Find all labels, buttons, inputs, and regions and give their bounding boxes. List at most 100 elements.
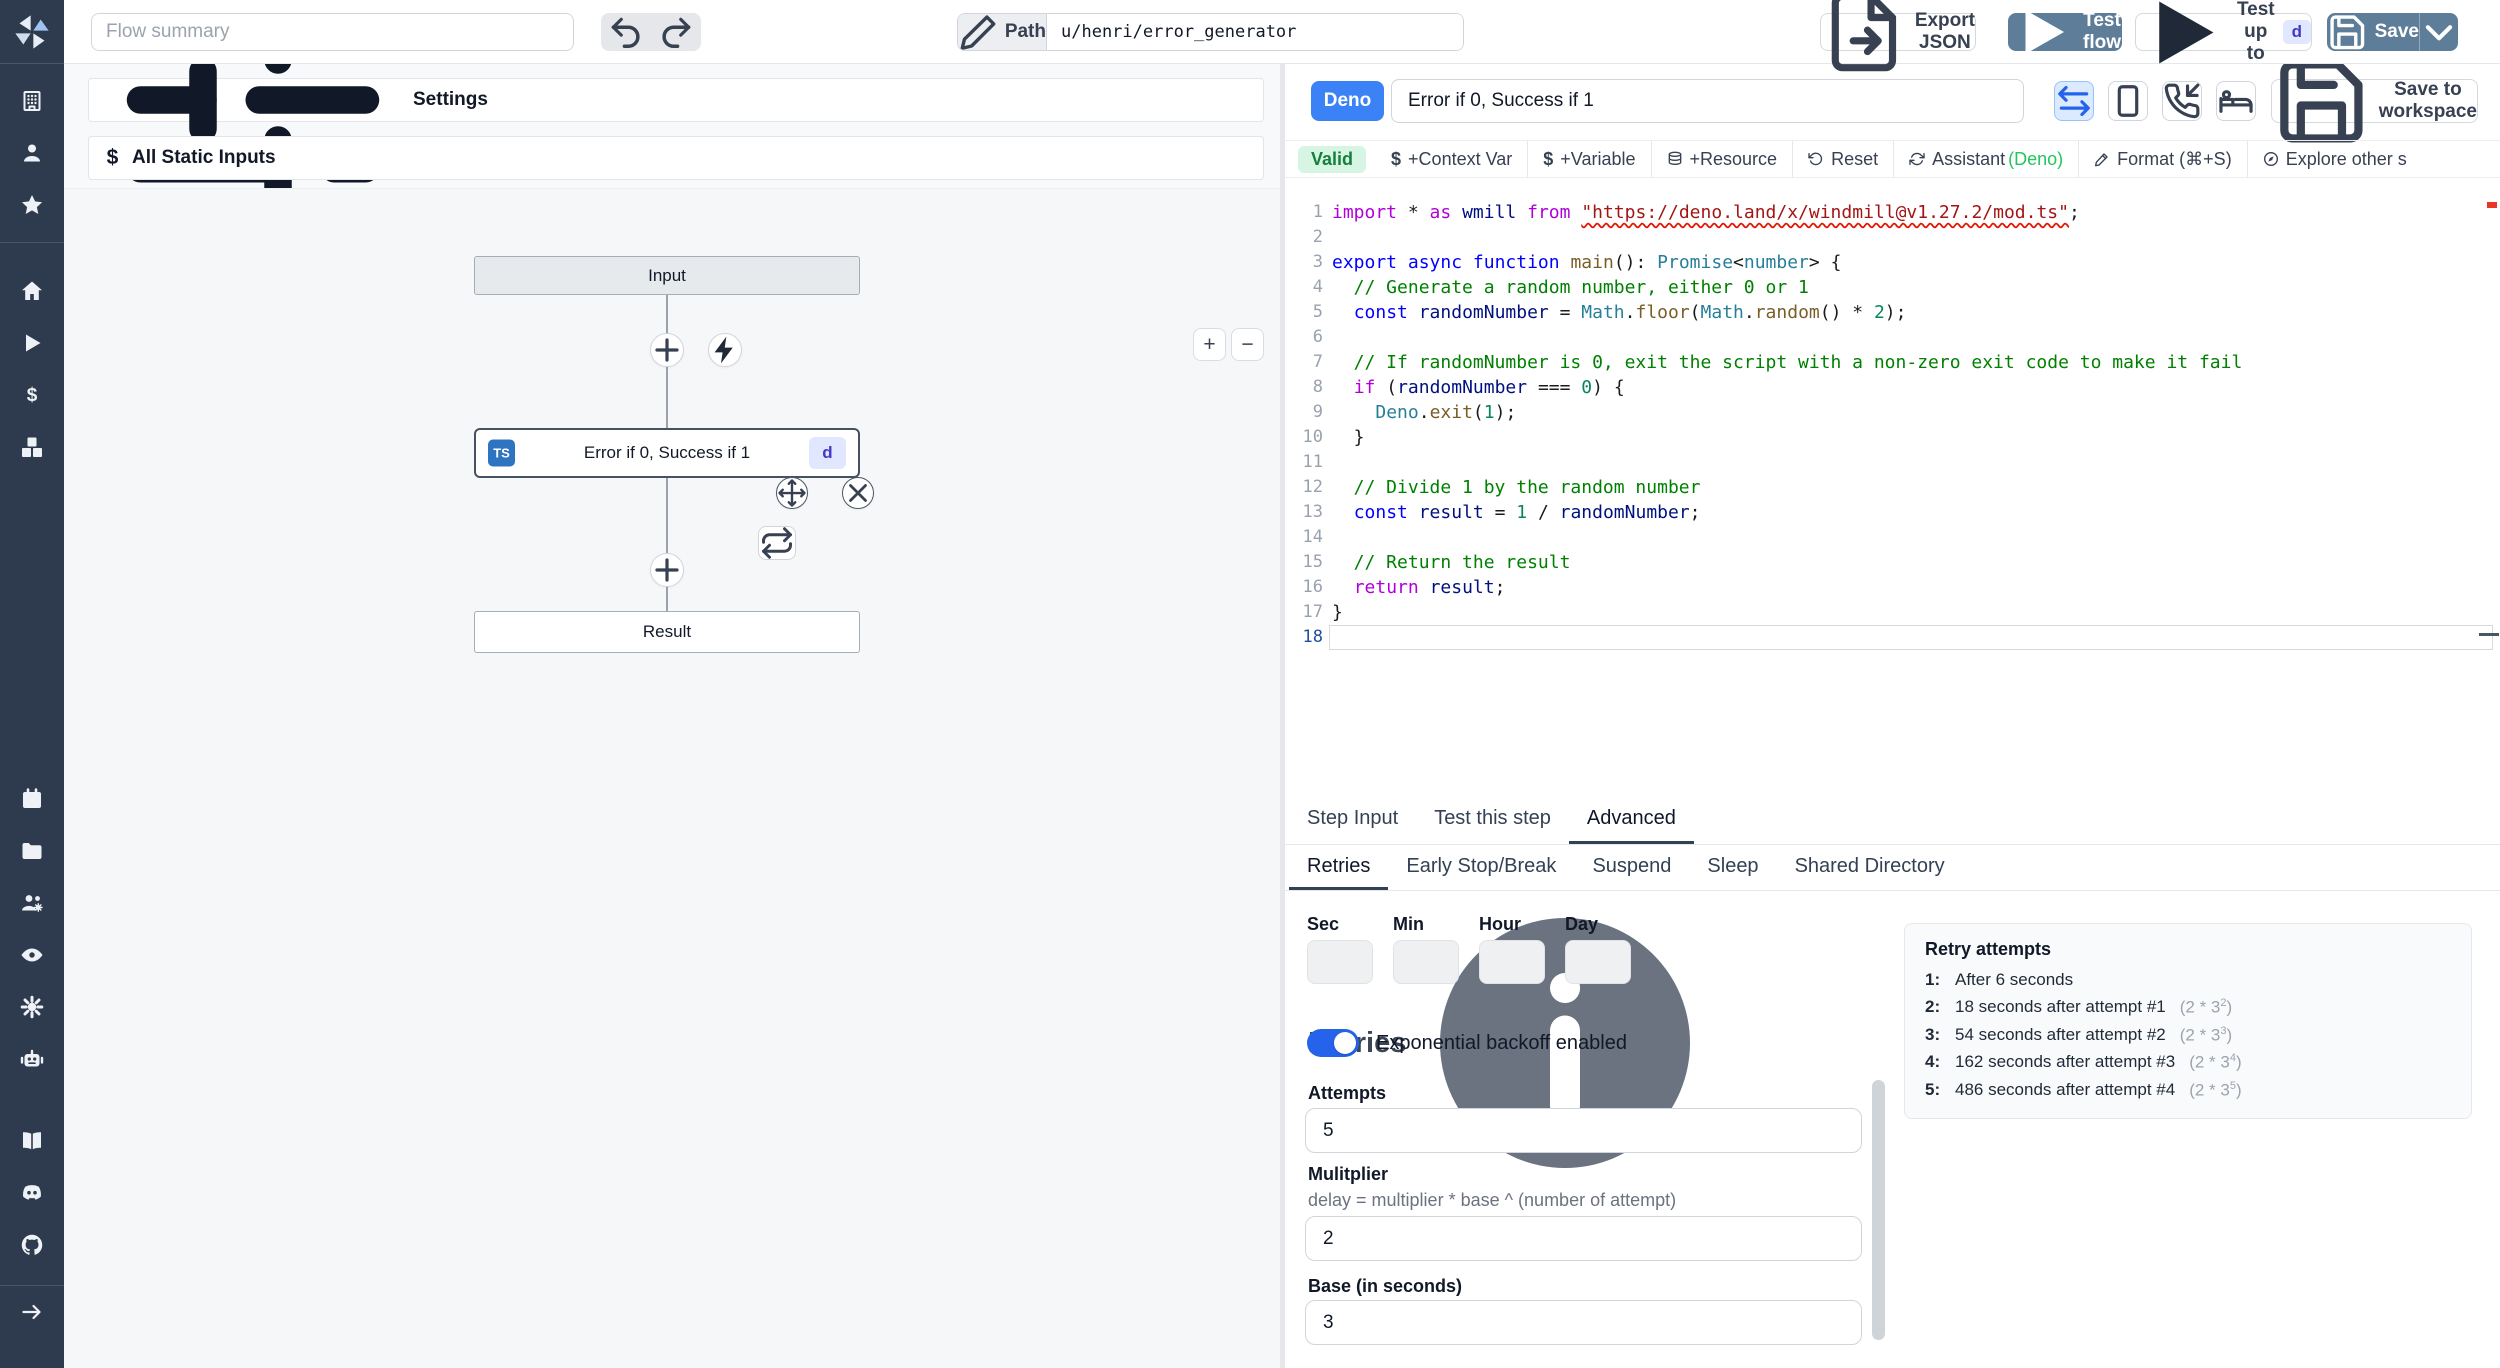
zoom-in-button[interactable]: + xyxy=(1193,328,1226,361)
tab-shared-directory[interactable]: Shared Directory xyxy=(1777,845,1963,890)
min-input[interactable] xyxy=(1393,940,1459,984)
tab-suspend[interactable]: Suspend xyxy=(1574,845,1689,890)
windmill-flow-editor: $ Path Export JSON Test flow Test up to … xyxy=(0,0,2500,1368)
flow-step-node[interactable]: TS Error if 0, Success if 1 d xyxy=(474,428,860,478)
undo-redo-group xyxy=(601,13,701,51)
tab-step-input[interactable]: Step Input xyxy=(1289,795,1416,844)
code-line: 6 xyxy=(1285,325,2500,350)
sidebar-item-users-cog[interactable] xyxy=(18,889,46,917)
sidebar-item-star[interactable] xyxy=(18,191,46,219)
tab-advanced[interactable]: Advanced xyxy=(1568,795,1694,844)
save-to-workspace-button[interactable]: Save to workspace xyxy=(2271,59,2478,143)
windmill-logo-icon[interactable] xyxy=(12,12,52,52)
sidebar-item-github[interactable] xyxy=(18,1231,46,1259)
day-input[interactable] xyxy=(1565,940,1631,984)
insert-step-button[interactable] xyxy=(650,333,684,367)
path-field: Path xyxy=(957,13,1464,51)
code-line: 12 // Divide 1 by the random number xyxy=(1285,475,2500,500)
dollar-icon: $ xyxy=(1391,148,1402,169)
toolbar--variable-button[interactable]: $ +Variable xyxy=(1528,149,1650,170)
multiplier-input[interactable] xyxy=(1305,1216,1862,1261)
language-badge: Deno xyxy=(1311,81,1384,121)
sidebar-item-calendar[interactable] xyxy=(18,785,46,813)
swap-arrows-icon xyxy=(2055,82,2093,120)
exponential-backoff-toggle[interactable] xyxy=(1307,1029,1359,1057)
toolbar-explore-other-s-button[interactable]: Explore other s xyxy=(2248,149,2422,170)
toolbar-reset-button[interactable]: Reset xyxy=(1793,149,1893,170)
line-number: 7 xyxy=(1312,352,1323,372)
sidebar-item-eye[interactable] xyxy=(18,941,46,969)
delete-step-button[interactable] xyxy=(842,477,874,509)
scrollbar-thumb[interactable] xyxy=(1872,1080,1885,1340)
tab-test-this-step[interactable]: Test this step xyxy=(1416,795,1569,844)
bug-icon xyxy=(493,1352,700,1368)
topbar: Path Export JSON Test flow Test up to d … xyxy=(64,0,2500,72)
insert-step-button[interactable] xyxy=(650,553,684,587)
tab-sleep[interactable]: Sleep xyxy=(1689,845,1776,890)
export-json-button[interactable]: Export JSON xyxy=(1820,0,1976,72)
line-number: 4 xyxy=(1312,277,1323,297)
code-editor[interactable]: 1 import * as wmill from "https://deno.la… xyxy=(1285,178,2500,795)
test-flow-button[interactable]: Test flow xyxy=(2008,10,2122,54)
tab-retries[interactable]: Retries xyxy=(1289,845,1389,890)
test-up-to-button[interactable]: Test up to d xyxy=(2135,0,2312,64)
sidebar-item-book[interactable] xyxy=(18,1127,46,1155)
flow-result-node[interactable]: Result xyxy=(474,611,860,653)
sidebar-item-home[interactable] xyxy=(18,277,46,305)
base-label: Base (in seconds) xyxy=(1308,1276,1463,1296)
sidebar-item-robot[interactable] xyxy=(18,1045,46,1073)
flow-summary-input[interactable] xyxy=(91,13,574,51)
flow-settings-button[interactable]: Settings xyxy=(88,0,1264,212)
home-icon xyxy=(20,279,44,303)
hour-input[interactable] xyxy=(1479,940,1545,984)
sidebar-item-building[interactable] xyxy=(18,87,46,115)
sleep-toggle-button[interactable] xyxy=(2216,81,2256,121)
move-icon xyxy=(777,478,807,508)
sidebar-item-folder[interactable] xyxy=(18,837,46,865)
move-step-button[interactable] xyxy=(776,477,808,509)
zoom-out-button[interactable]: − xyxy=(1231,328,1264,361)
early-stop-toggle-button[interactable] xyxy=(2108,81,2148,121)
save-button[interactable]: Save xyxy=(2327,13,2420,51)
sidebar-item-play[interactable] xyxy=(18,329,46,357)
sidebar-item-dollar[interactable]: $ xyxy=(18,381,46,409)
sidebar-item-gear[interactable] xyxy=(18,993,46,1021)
step-retry-indicator[interactable] xyxy=(758,526,796,560)
retry-attempts-title: Retry attempts xyxy=(1925,939,2052,959)
toolbar-assistant-button[interactable]: Assistant (Deno) xyxy=(1894,149,2078,170)
save-dropdown-button[interactable] xyxy=(2420,13,2458,51)
redo-button[interactable] xyxy=(651,13,701,51)
flow-canvas[interactable]: + − Input TS Error if 0, Success if 1 d … xyxy=(64,188,1280,1368)
file-export-icon xyxy=(1821,0,1907,75)
toolbar--context-var-button[interactable]: $ +Context Var xyxy=(1376,149,1527,170)
sidebar-item-discord[interactable] xyxy=(18,1179,46,1207)
step-editor-panel: Deno Save to workspace Valid $+Context V… xyxy=(1285,59,2500,1368)
toolbar--resource-button[interactable]: +Resource xyxy=(1652,149,1793,170)
line-number: 16 xyxy=(1302,577,1323,597)
sidebar-item-user[interactable] xyxy=(18,139,46,167)
attempts-input[interactable] xyxy=(1305,1108,1862,1153)
typescript-badge: TS xyxy=(488,439,515,467)
test-up-to-step-badge: d xyxy=(2282,20,2311,44)
code-line: 4 // Generate a random number, either 0 … xyxy=(1285,275,2500,300)
undo-button[interactable] xyxy=(601,13,651,51)
step-node-title: Error if 0, Success if 1 xyxy=(583,443,751,462)
sidebar-item-cubes[interactable] xyxy=(18,433,46,461)
suspend-toggle-button[interactable] xyxy=(2162,81,2202,121)
trigger-step-button[interactable] xyxy=(708,333,742,367)
base-input[interactable] xyxy=(1305,1300,1862,1345)
overview-error-mark xyxy=(2487,202,2497,208)
bed-icon xyxy=(2217,82,2255,120)
step-title-input[interactable] xyxy=(1391,79,2024,123)
sec-input[interactable] xyxy=(1307,940,1373,984)
tab-early-stop-break[interactable]: Early Stop/Break xyxy=(1388,845,1574,890)
flow-input-node[interactable]: Input xyxy=(474,256,860,295)
all-static-inputs-button[interactable]: $ All Static Inputs xyxy=(88,136,1264,180)
sidebar-item-arrow-right[interactable] xyxy=(18,1298,46,1326)
cubes-icon xyxy=(20,435,44,459)
code-line: 11 xyxy=(1285,450,2500,475)
retry-attempt-row: 1: After 6 seconds xyxy=(1925,970,2074,989)
retries-toggle-button[interactable] xyxy=(2054,81,2094,121)
path-input[interactable] xyxy=(1047,14,1463,50)
toolbar-format-s--button[interactable]: Format (⌘+S) xyxy=(2079,149,2247,170)
